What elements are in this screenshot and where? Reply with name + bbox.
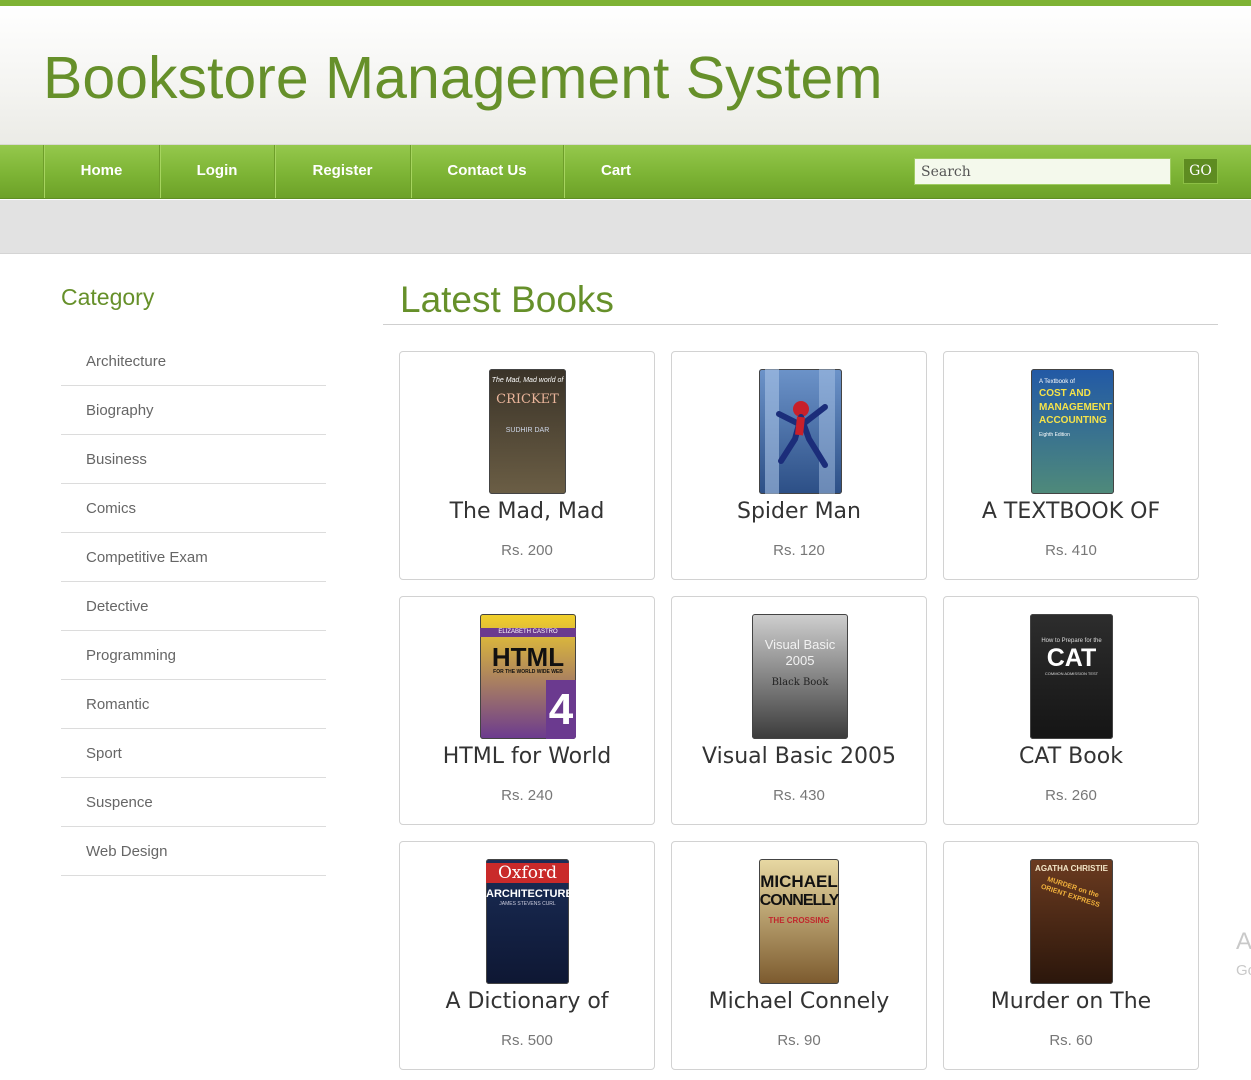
cover-top-text: AGATHA CHRISTIE <box>1035 864 1108 873</box>
book-cover-image: The Mad, Mad world of CRICKET SUDHIR DAR <box>489 369 566 494</box>
cover-sub-text: Black Book <box>771 677 829 688</box>
book-card[interactable]: MICHAEL CONNELLY THE CROSSING Michael Co… <box>671 841 927 1070</box>
cover-sub-text: SUDHIR DAR <box>505 427 550 434</box>
cover-top-text: Visual Basic <box>764 637 836 652</box>
book-card[interactable]: Oxford ARCHITECTURE JAMES STEVENS CURL A… <box>399 841 655 1070</box>
cover-main-text: HTML <box>491 642 565 672</box>
category-item-business[interactable]: Business <box>61 435 326 484</box>
book-price: Rs. 200 <box>501 542 553 559</box>
book-card[interactable]: AGATHA CHRISTIE MURDER on the ORIENT EXP… <box>943 841 1199 1070</box>
book-card[interactable]: How to Prepare for the CAT COMMON ADMISS… <box>943 596 1199 825</box>
book-title[interactable]: Michael Connely <box>672 989 926 1014</box>
search-input[interactable] <box>914 158 1171 185</box>
latest-books-title: Latest Books <box>400 279 614 320</box>
book-title[interactable]: A TEXTBOOK OF <box>944 499 1198 524</box>
book-price: Rs. 60 <box>1049 1032 1093 1049</box>
book-price: Rs. 240 <box>501 787 553 804</box>
book-cover-image: How to Prepare for the CAT COMMON ADMISS… <box>1030 614 1113 739</box>
book-card[interactable]: ELIZABETH CASTRO HTML FOR THE WORLD WIDE… <box>399 596 655 825</box>
category-item-comics[interactable]: Comics <box>61 484 326 533</box>
book-cover-image: AGATHA CHRISTIE MURDER on the ORIENT EXP… <box>1030 859 1113 984</box>
book-price: Rs. 260 <box>1045 787 1097 804</box>
main-navbar: Home Login Register Contact Us Cart GO <box>0 145 1251 199</box>
cover-main-text: COST AND MANAGEMENT ACCOUNTING <box>1039 388 1112 426</box>
search-go-button[interactable]: GO <box>1183 158 1218 184</box>
edition-number-glyph: 4 <box>546 680 576 739</box>
cover-main-text: CAT <box>1046 644 1097 672</box>
book-cover-image: ELIZABETH CASTRO HTML FOR THE WORLD WIDE… <box>480 614 576 739</box>
book-title[interactable]: A Dictionary of <box>400 989 654 1014</box>
cover-sub-text: THE CROSSING <box>768 916 830 925</box>
category-item-competitive-exam[interactable]: Competitive Exam <box>61 533 326 582</box>
book-title[interactable]: The Mad, Mad <box>400 499 654 524</box>
book-cover-image: MICHAEL CONNELLY THE CROSSING <box>759 859 839 984</box>
title-divider <box>383 324 1218 325</box>
book-title[interactable]: Murder on The <box>944 989 1198 1014</box>
nav-register[interactable]: Register <box>274 145 410 198</box>
nav-divider <box>563 145 564 198</box>
book-cover-image: Visual Basic 2005 Black Book <box>752 614 848 739</box>
book-cover-image: A Textbook of COST AND MANAGEMENT ACCOUN… <box>1031 369 1114 494</box>
book-title[interactable]: Visual Basic 2005 <box>672 744 926 769</box>
category-item-biography[interactable]: Biography <box>61 386 326 435</box>
book-card[interactable]: The Mad, Mad world of CRICKET SUDHIR DAR… <box>399 351 655 580</box>
book-card[interactable]: A Textbook of COST AND MANAGEMENT ACCOUN… <box>943 351 1199 580</box>
cover-main-text: ARCHITECTURE <box>486 888 569 900</box>
book-cover-image: Oxford ARCHITECTURE JAMES STEVENS CURL <box>486 859 569 984</box>
cover-sub-text: COMMON ADMISSION TEST <box>1044 671 1099 676</box>
book-price: Rs. 430 <box>773 787 825 804</box>
category-item-architecture[interactable]: Architecture <box>61 337 326 386</box>
cover-sub-text: FOR THE WORLD WIDE WEB <box>493 669 563 675</box>
book-price: Rs. 120 <box>773 542 825 559</box>
category-title: Category <box>61 284 155 310</box>
cover-main-text: MURDER on the ORIENT EXPRESS <box>1039 876 1101 910</box>
cover-top-text: Oxford <box>486 863 569 883</box>
category-item-sport[interactable]: Sport <box>61 729 326 778</box>
cover-main-text: CRICKET <box>496 392 559 407</box>
book-price: Rs. 90 <box>777 1032 821 1049</box>
site-header: Bookstore Management System <box>0 6 1251 145</box>
cover-sub-text: JAMES STEVENS CURL <box>499 901 556 907</box>
subheader-band <box>0 200 1251 254</box>
book-title[interactable]: Spider Man <box>672 499 926 524</box>
nav-cart[interactable]: Cart <box>563 145 669 198</box>
book-price: Rs. 410 <box>1045 542 1097 559</box>
cover-top-text: MICHAEL <box>760 872 838 891</box>
nav-contact-us[interactable]: Contact Us <box>410 145 563 198</box>
cover-top-text: A Textbook of <box>1039 379 1075 385</box>
book-cover-image <box>759 369 842 494</box>
ad-edge-text: Go <box>1236 962 1251 979</box>
book-card[interactable]: Visual Basic 2005 Black Book Visual Basi… <box>671 596 927 825</box>
category-item-suspence[interactable]: Suspence <box>61 778 326 827</box>
category-item-romantic[interactable]: Romantic <box>61 680 326 729</box>
nav-login[interactable]: Login <box>159 145 274 198</box>
category-item-detective[interactable]: Detective <box>61 582 326 631</box>
cover-top-text: The Mad, Mad world of <box>491 377 564 384</box>
ad-edge-letter: A <box>1236 928 1251 955</box>
category-item-programming[interactable]: Programming <box>61 631 326 680</box>
category-item-web-design[interactable]: Web Design <box>61 827 326 876</box>
cover-top-text: ELIZABETH CASTRO <box>480 628 576 637</box>
book-card[interactable]: Spider Man Rs. 120 <box>671 351 927 580</box>
book-price: Rs. 500 <box>501 1032 553 1049</box>
cover-main-text: 2005 <box>785 653 815 668</box>
book-title[interactable]: CAT Book <box>944 744 1198 769</box>
cover-main-text: CONNELLY <box>759 892 839 909</box>
nav-home[interactable]: Home <box>43 145 159 198</box>
spider-figure-icon <box>765 369 835 494</box>
site-title: Bookstore Management System <box>43 45 883 111</box>
book-title[interactable]: HTML for World <box>400 744 654 769</box>
cover-sub-text: Eighth Edition <box>1039 432 1070 438</box>
